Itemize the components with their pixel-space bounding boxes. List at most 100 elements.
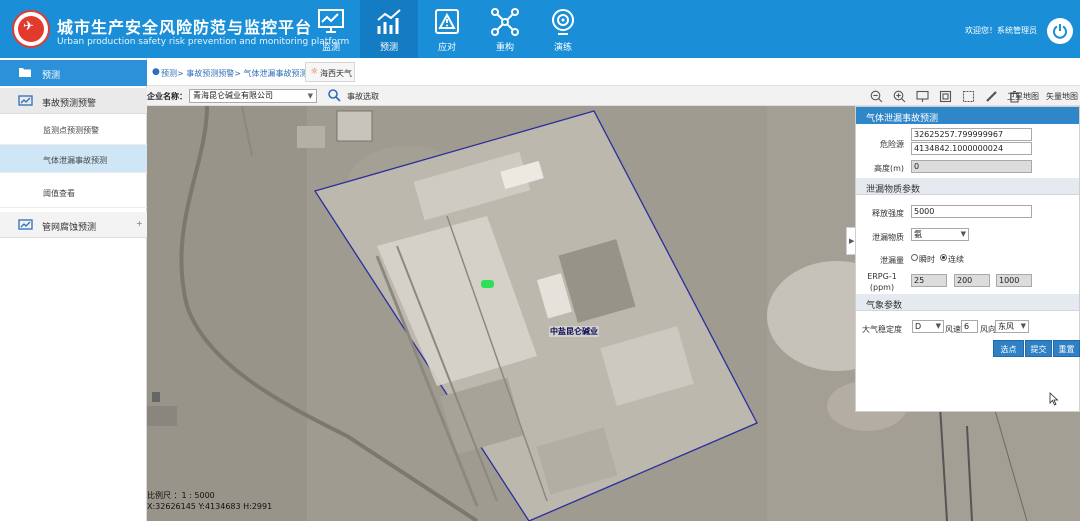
target-icon — [552, 9, 574, 35]
app-title: 城市生产安全风险防范与监控平台 — [57, 18, 313, 37]
screen-icon — [916, 90, 929, 102]
chevron-down-icon: ▼ — [307, 92, 313, 100]
sidebar-group-pipe-corrosion[interactable]: 管网腐蚀预测 + — [0, 212, 147, 238]
hazard-x-field[interactable]: 32625257.799999967 — [911, 128, 1032, 141]
nav-response[interactable]: 应对 — [418, 0, 476, 58]
chevron-down-icon: ▼ — [1020, 322, 1026, 330]
nav-response-label: 应对 — [437, 43, 456, 53]
map-scale: 比例尺 ：1 : 5000 — [147, 491, 215, 500]
map-coordinates: X:32626145 Y:4134683 H:2991 — [147, 502, 273, 511]
sidebar: 预测 事故预测预警 监测点预测预警 气体泄漏事故预测 气体泄漏事故预测 阈值查看… — [0, 58, 147, 521]
sidebar-item-gas-leak-active[interactable]: 气体泄漏事故预测 — [0, 145, 147, 173]
wind-dir-select[interactable]: 东风 ▼ — [995, 320, 1029, 333]
power-button[interactable] — [1047, 18, 1073, 44]
nav-drill[interactable]: 演练 — [534, 0, 592, 58]
full-extent-button[interactable] — [934, 88, 957, 104]
nav-predict-label: 预测 — [379, 43, 398, 53]
map-tools — [865, 88, 1026, 104]
tab-weather[interactable]: ☼ 海西天气 — [305, 62, 355, 82]
substance-select-value: 氨 — [914, 230, 922, 239]
leak-mode-label: 泄漏量 — [880, 256, 904, 265]
nav-monitor-label: 监测 — [321, 43, 340, 53]
measure-length-button[interactable] — [980, 88, 1003, 104]
power-icon — [1053, 24, 1067, 39]
welcome-text: 欢迎您！系统管理员 — [965, 26, 1037, 35]
sun-icon: ☼ — [310, 67, 319, 77]
chevron-right-icon: ▶ — [849, 237, 855, 245]
sidebar-item-monitor-warning[interactable]: 监测点预测预警 — [0, 115, 147, 145]
reset-button[interactable]: 重置 — [1053, 340, 1080, 357]
breadcrumb-bar: ● 预测> 事故预测预警> 气体泄漏事故预测 ☼ 海西天气 — [147, 58, 1080, 86]
mouse-cursor-icon — [1049, 392, 1059, 406]
wind-speed-field[interactable]: 6 — [961, 320, 978, 333]
monitor-chart-icon — [318, 9, 344, 33]
chevron-down-icon: ▼ — [960, 230, 966, 238]
stability-select[interactable]: D ▼ — [912, 320, 944, 333]
erpg-field-3[interactable]: 1000 — [996, 274, 1032, 287]
nav-rebuild[interactable]: 重构 — [476, 0, 534, 58]
top-header: ✈ 城市生产安全风险防范与监控平台 Urban production safet… — [0, 0, 1080, 58]
location-pin-icon: ● — [152, 67, 160, 77]
stability-select-value: D — [915, 322, 922, 331]
hazard-y-field[interactable]: 4134842.1000000024 — [911, 142, 1032, 155]
substance-select[interactable]: 氨 ▼ — [911, 228, 969, 241]
erpg-field-2[interactable]: 200 — [954, 274, 990, 287]
nav-predict[interactable]: 预测 — [360, 0, 418, 58]
weather-params-title: 气象参数 — [866, 301, 903, 311]
vector-map-button[interactable]: 矢量地图 — [1046, 91, 1078, 102]
height-label: 高度(m) — [873, 164, 904, 173]
panel-title: 气体泄漏事故预测 — [866, 114, 939, 124]
chart-monitor-icon — [18, 219, 33, 230]
warning-icon — [435, 9, 459, 34]
hazard-source-marker[interactable] — [481, 280, 494, 288]
enterprise-label: 企业名称： — [147, 92, 187, 101]
pick-point-button[interactable]: 选点 — [993, 340, 1024, 357]
pan-button[interactable] — [911, 88, 934, 104]
chevron-down-icon: ▼ — [935, 322, 941, 330]
breadcrumb[interactable]: 预测> 事故预测预警> 气体泄漏事故预测 — [161, 68, 308, 79]
gas-leak-panel: 气体泄漏事故预测 危险源 32625257.799999967 4134842.… — [855, 106, 1080, 412]
accident-pick-button[interactable]: 事故选取 — [347, 91, 379, 102]
sidebar-group-label: 管网腐蚀预测 — [42, 223, 97, 233]
stability-label: 大气稳定度 — [862, 325, 902, 334]
substance-label: 泄漏物质 — [872, 233, 904, 242]
erpg-field-1[interactable]: 25 — [911, 274, 947, 287]
release-field[interactable]: 5000 — [911, 205, 1032, 218]
sidebar-item-threshold[interactable]: 阈值查看 — [0, 178, 147, 208]
weather-params-header: 气象参数 — [856, 294, 1079, 311]
wind-dir-label: 风向 — [980, 325, 996, 334]
search-icon[interactable] — [327, 88, 341, 102]
height-field[interactable]: 0 — [911, 160, 1032, 173]
radio-continuous-label: 连续 — [948, 255, 964, 264]
leak-params-title: 泄漏物质参数 — [866, 185, 921, 195]
app-logo: ✈ — [12, 10, 50, 48]
satellite-map-button[interactable]: 卫星地图 — [1007, 91, 1039, 102]
expand-icon: + — [136, 219, 143, 228]
wind-dir-select-value: 东风 — [998, 322, 1014, 331]
zoom-in-icon — [893, 90, 906, 103]
ruler-icon — [986, 91, 997, 102]
submit-button[interactable]: 提交 — [1025, 340, 1052, 357]
enterprise-select-value: 青海昆仑碱业有限公司 — [193, 91, 273, 100]
nav-monitor[interactable]: 监测 — [302, 0, 360, 58]
radio-instant[interactable] — [911, 254, 918, 261]
nav-drill-label: 演练 — [553, 43, 572, 53]
radio-instant-label: 瞬时 — [919, 255, 935, 264]
measure-area-button[interactable] — [957, 88, 980, 104]
sidebar-item-label: 监测点预测预警 — [43, 126, 99, 135]
main-nav: 监测 预测 应对 重构 演练 — [302, 0, 592, 58]
sidebar-item-label: 阈值查看 — [43, 189, 75, 198]
chart-monitor-icon — [18, 95, 33, 106]
radio-continuous[interactable] — [940, 254, 947, 261]
enterprise-select[interactable]: 青海昆仑碱业有限公司 ▼ — [189, 89, 317, 103]
zoom-out-button[interactable] — [865, 88, 888, 104]
wind-speed-label: 风速 — [945, 325, 961, 334]
sidebar-group-accident-warning[interactable]: 事故预测预警 — [0, 88, 147, 114]
trend-chart-icon — [377, 9, 401, 34]
zoom-in-button[interactable] — [888, 88, 911, 104]
hazard-label: 危险源 — [880, 140, 904, 149]
folder-icon — [19, 68, 31, 77]
sidebar-header[interactable]: 预测 — [0, 60, 147, 86]
tab-weather-label: 海西天气 — [320, 69, 352, 78]
sidebar-header-label: 预测 — [42, 71, 61, 81]
